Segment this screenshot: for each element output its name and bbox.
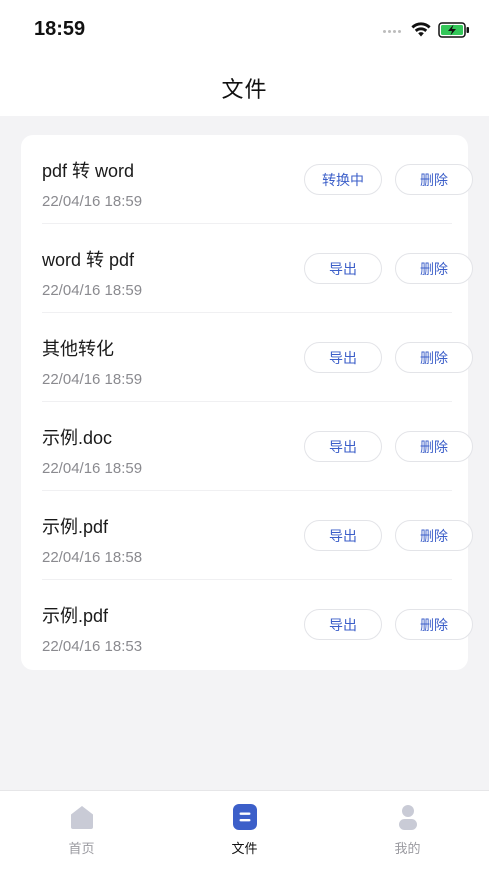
tab-files[interactable]: 文件: [163, 791, 326, 875]
status-time: 18:59: [34, 18, 86, 40]
tab-bar: 首页 文件 我的: [0, 790, 489, 875]
file-name: 示例.doc: [42, 428, 113, 448]
export-button[interactable]: 导出: [304, 431, 382, 462]
export-button[interactable]: 导出: [304, 520, 382, 551]
file-name: pdf 转 word: [42, 161, 135, 181]
delete-button[interactable]: 删除: [395, 253, 473, 284]
delete-button[interactable]: 删除: [395, 609, 473, 640]
file-icon: [232, 804, 257, 830]
page-title: 文件: [221, 77, 268, 102]
delete-button[interactable]: 删除: [395, 431, 473, 462]
tab-profile[interactable]: 我的: [326, 791, 489, 875]
file-time: 22/04/16 18:53: [42, 638, 143, 655]
file-name: 示例.pdf: [42, 606, 109, 626]
file-row: word 转 pdf 22/04/16 18:59 导出 删除: [42, 224, 473, 313]
tab-label: 文件: [231, 841, 258, 856]
battery-charging-icon: [438, 22, 469, 38]
export-button[interactable]: 导出: [304, 342, 382, 373]
export-button[interactable]: 导出: [304, 253, 382, 284]
file-row: pdf 转 word 22/04/16 18:59 转换中 删除: [42, 135, 473, 224]
wifi-icon: [411, 22, 431, 37]
tab-label: 首页: [68, 841, 95, 856]
file-name: 示例.pdf: [42, 517, 109, 537]
delete-button[interactable]: 删除: [395, 520, 473, 551]
file-time: 22/04/16 18:58: [42, 549, 143, 566]
signal-dots-icon: [383, 30, 401, 33]
export-button[interactable]: 导出: [304, 609, 382, 640]
file-time: 22/04/16 18:59: [42, 282, 143, 299]
tab-home[interactable]: 首页: [0, 791, 163, 875]
file-time: 22/04/16 18:59: [42, 460, 143, 477]
delete-button[interactable]: 删除: [395, 342, 473, 373]
file-row: 示例.pdf 22/04/16 18:53 导出 删除: [42, 580, 473, 669]
file-time: 22/04/16 18:59: [42, 371, 143, 388]
delete-button[interactable]: 删除: [395, 164, 473, 195]
user-icon: [398, 805, 417, 830]
file-list: pdf 转 word 22/04/16 18:59 转换中 删除 word 转 …: [21, 135, 473, 670]
nav-bar: 文件: [0, 60, 489, 116]
tab-label: 我的: [394, 841, 421, 856]
home-icon: [70, 806, 93, 829]
file-row: 示例.pdf 22/04/16 18:58 导出 删除: [42, 491, 473, 580]
file-name: word 转 pdf: [42, 250, 135, 270]
converting-button[interactable]: 转换中: [304, 164, 382, 195]
file-name: 其他转化: [42, 339, 114, 359]
file-time: 22/04/16 18:59: [42, 193, 143, 210]
status-bar: 18:59: [0, 0, 489, 60]
file-row: 其他转化 22/04/16 18:59 导出 删除: [42, 313, 473, 402]
file-row: 示例.doc 22/04/16 18:59 导出 删除: [42, 402, 473, 491]
